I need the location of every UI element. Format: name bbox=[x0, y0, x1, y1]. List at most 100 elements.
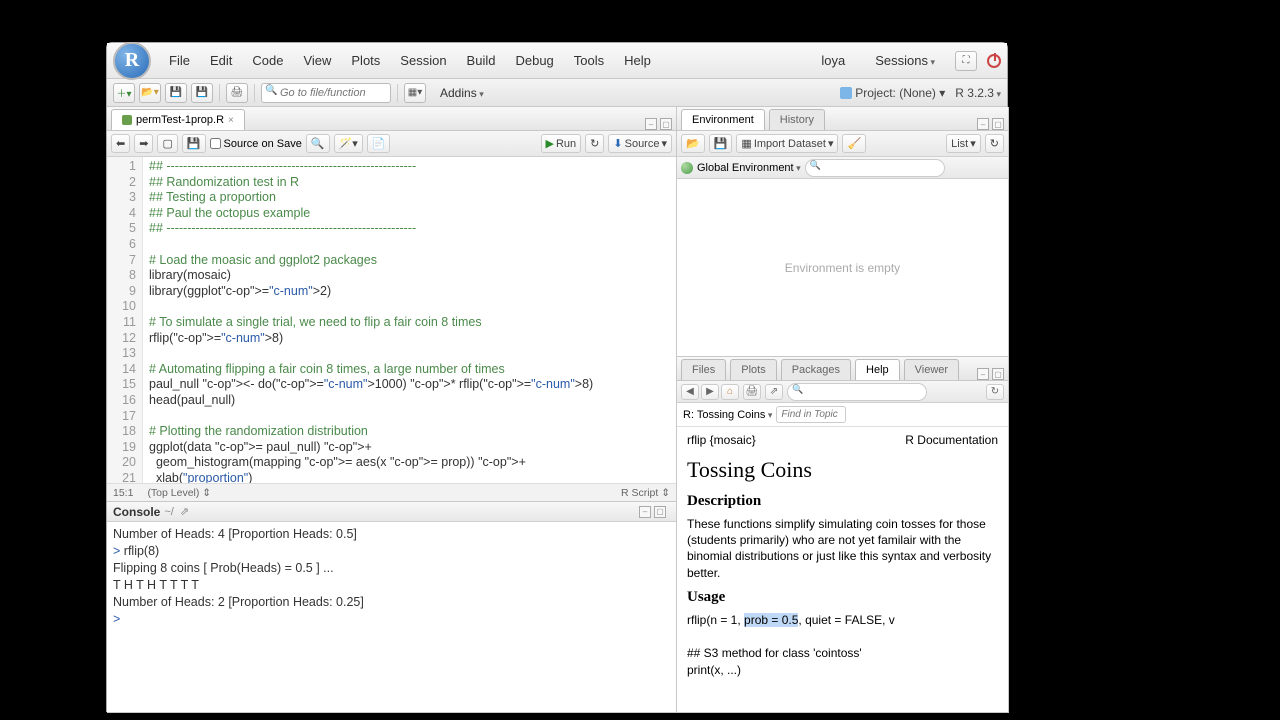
tab-environment[interactable]: Environment bbox=[681, 109, 765, 130]
help-title: Tossing Coins bbox=[687, 457, 998, 483]
clear-env-button[interactable] bbox=[842, 134, 866, 153]
cursor-pos: 15:1 bbox=[113, 487, 133, 499]
environment-pane: Environment History – ▢ 📂 💾 ▦ Import Dat… bbox=[677, 107, 1009, 357]
env-tabs: Environment History – ▢ bbox=[677, 107, 1008, 131]
help-topic-dropdown[interactable]: R: Tossing Coins bbox=[683, 409, 772, 421]
show-in-new-button[interactable]: ▢ bbox=[157, 134, 177, 153]
list-view-button[interactable]: List ▾ bbox=[946, 134, 981, 153]
menu-debug[interactable]: Debug bbox=[505, 53, 563, 68]
menu-build[interactable]: Build bbox=[457, 53, 506, 68]
source-tab[interactable]: permTest-1prop.R × bbox=[111, 109, 245, 130]
compile-button[interactable]: 📄 bbox=[367, 134, 391, 153]
scope-label[interactable]: (Top Level) ⇕ bbox=[147, 487, 211, 499]
new-file-button[interactable]: ＋▾ bbox=[113, 83, 135, 103]
source-on-save-checkbox[interactable]: Source on Save bbox=[210, 138, 302, 150]
grid-button[interactable]: ▦▾ bbox=[404, 83, 426, 103]
save-workspace-button[interactable]: 💾 bbox=[709, 134, 733, 153]
help-pane: Files Plots Packages Help Viewer – ▢ ◀ ▶… bbox=[677, 357, 1009, 713]
source-toolbar: ⬅ ➡ ▢ 💾 Source on Save 🔍 🪄▾ 📄 ▶Run ↻ ⬇So… bbox=[107, 131, 676, 157]
console-header: Console ~/ ⇗ – ▢ bbox=[107, 502, 676, 522]
tab-files[interactable]: Files bbox=[681, 359, 726, 380]
tab-plots[interactable]: Plots bbox=[730, 359, 776, 380]
refresh-env-button[interactable]: ↻ bbox=[985, 134, 1004, 153]
env-scope-bar: Global Environment bbox=[677, 157, 1008, 179]
fullscreen-icon[interactable]: ⛶ bbox=[955, 51, 977, 71]
tab-help[interactable]: Help bbox=[855, 359, 900, 380]
console-output[interactable]: Number of Heads: 4 [Proportion Heads: 0.… bbox=[107, 522, 676, 712]
console-title: Console bbox=[113, 505, 160, 519]
maximize-icon[interactable]: ▢ bbox=[654, 506, 666, 518]
code-editor[interactable]: 123456789101112131415161718192021 ## ---… bbox=[107, 157, 676, 483]
import-dataset-button[interactable]: ▦ Import Dataset ▾ bbox=[736, 134, 838, 153]
user-label: loya bbox=[811, 53, 855, 68]
project-dropdown[interactable]: Project: (None) ▾ bbox=[840, 86, 945, 100]
goto-input[interactable] bbox=[261, 83, 391, 103]
maximize-icon[interactable]: ▢ bbox=[992, 368, 1004, 380]
sessions-dropdown[interactable]: Sessions bbox=[865, 53, 945, 68]
rstudio-window: R File Edit Code View Plots Session Buil… bbox=[106, 42, 1008, 712]
menu-session[interactable]: Session bbox=[390, 53, 456, 68]
minimize-icon[interactable]: – bbox=[977, 368, 989, 380]
save-button[interactable]: 💾 bbox=[165, 83, 187, 103]
console-path: ~/ bbox=[164, 506, 173, 518]
r-version-dropdown[interactable]: R 3.2.3 bbox=[955, 86, 1001, 100]
help-sig-left: rflip {mosaic} bbox=[687, 433, 756, 447]
help-print-button[interactable]: 🖨 bbox=[743, 384, 761, 400]
menu-code[interactable]: Code bbox=[242, 53, 293, 68]
help-forward-button[interactable]: ▶ bbox=[701, 384, 719, 400]
console-popout-icon[interactable]: ⇗ bbox=[180, 505, 189, 518]
close-icon[interactable]: × bbox=[228, 115, 234, 126]
editor-statusbar: 15:1 (Top Level) ⇕ R Script ⇕ bbox=[107, 483, 676, 501]
load-workspace-button[interactable]: 📂 bbox=[681, 134, 705, 153]
r-file-icon bbox=[122, 115, 132, 125]
help-desc-text: These functions simplify simulating coin… bbox=[687, 516, 998, 581]
env-empty-label: Environment is empty bbox=[677, 179, 1008, 356]
save-all-button[interactable]: 💾 bbox=[191, 83, 213, 103]
menu-plots[interactable]: Plots bbox=[341, 53, 390, 68]
help-refresh-button[interactable]: ↻ bbox=[986, 384, 1004, 400]
source-pane: permTest-1prop.R × – ▢ ⬅ ➡ ▢ 💾 Source on… bbox=[107, 107, 677, 502]
help-content[interactable]: rflip {mosaic} R Documentation Tossing C… bbox=[677, 427, 1008, 712]
rerun-button[interactable]: ↻ bbox=[585, 134, 604, 153]
source-button[interactable]: ⬇Source ▾ bbox=[608, 134, 672, 153]
help-popout-button[interactable]: ⇗ bbox=[765, 384, 783, 400]
open-file-button[interactable]: 📂▾ bbox=[139, 83, 161, 103]
menu-tools[interactable]: Tools bbox=[564, 53, 614, 68]
rstudio-logo: R bbox=[113, 42, 151, 80]
help-find-input[interactable] bbox=[776, 406, 846, 423]
tab-viewer[interactable]: Viewer bbox=[904, 359, 959, 380]
console-pane: Console ~/ ⇗ – ▢ Number of Heads: 4 [Pro… bbox=[107, 502, 677, 713]
globe-icon bbox=[681, 162, 693, 174]
quit-icon[interactable] bbox=[987, 54, 1001, 68]
print-button[interactable]: 🖨 bbox=[226, 83, 248, 103]
minimize-icon[interactable]: – bbox=[645, 118, 657, 130]
addins-dropdown[interactable]: Addins bbox=[430, 86, 494, 100]
minimize-icon[interactable]: – bbox=[639, 506, 651, 518]
help-back-button[interactable]: ◀ bbox=[681, 384, 699, 400]
minimize-icon[interactable]: – bbox=[977, 118, 989, 130]
tab-history[interactable]: History bbox=[769, 109, 825, 130]
help-topic-bar: R: Tossing Coins bbox=[677, 403, 1008, 427]
source-tabs: permTest-1prop.R × – ▢ bbox=[107, 107, 676, 131]
file-type[interactable]: R Script bbox=[621, 487, 658, 499]
menu-view[interactable]: View bbox=[293, 53, 341, 68]
env-search-input[interactable] bbox=[805, 159, 945, 177]
help-home-button[interactable]: ⌂ bbox=[721, 384, 739, 400]
forward-button[interactable]: ➡ bbox=[134, 134, 153, 153]
project-icon bbox=[840, 87, 852, 99]
tab-packages[interactable]: Packages bbox=[781, 359, 851, 380]
run-button[interactable]: ▶Run bbox=[541, 134, 582, 153]
env-scope-dropdown[interactable]: Global Environment bbox=[697, 162, 801, 174]
help-tabs: Files Plots Packages Help Viewer – ▢ bbox=[677, 357, 1008, 381]
help-search-input[interactable] bbox=[787, 383, 927, 401]
save-source-button[interactable]: 💾 bbox=[182, 134, 206, 153]
menu-help[interactable]: Help bbox=[614, 53, 661, 68]
wand-button[interactable]: 🪄▾ bbox=[334, 134, 363, 153]
menu-file[interactable]: File bbox=[159, 53, 200, 68]
maximize-icon[interactable]: ▢ bbox=[660, 118, 672, 130]
menu-edit[interactable]: Edit bbox=[200, 53, 242, 68]
help-desc-heading: Description bbox=[687, 493, 998, 510]
maximize-icon[interactable]: ▢ bbox=[992, 118, 1004, 130]
find-button[interactable]: 🔍 bbox=[306, 134, 330, 153]
back-button[interactable]: ⬅ bbox=[111, 134, 130, 153]
